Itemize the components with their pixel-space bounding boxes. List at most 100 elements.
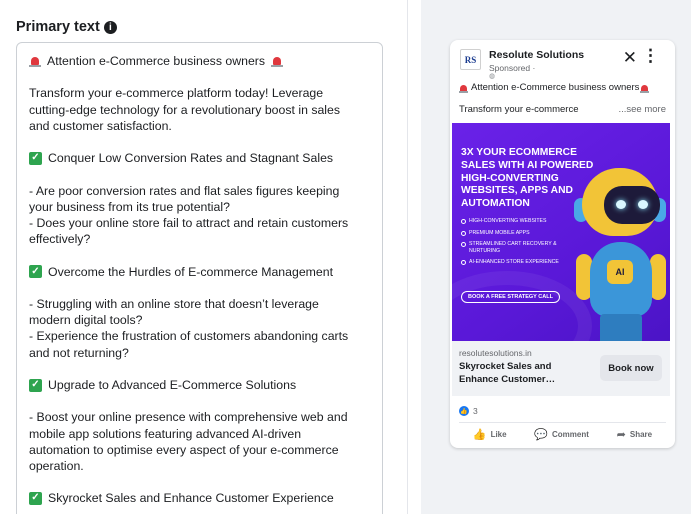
bullet-circle-icon [461,219,466,224]
like-icon: 👍 [472,429,487,441]
reaction-count: 3 [473,406,478,416]
text-line-content: Upgrade to Advanced E-Commerce Solutions [48,377,297,392]
robot-arm [650,254,666,300]
robot-eye [616,200,626,209]
text-line-content: automation to optimise every aspect of y… [29,442,339,457]
siren-icon [271,55,284,68]
checkmark-icon: ✓ [29,265,42,279]
creative-bullet: HIGH-CONVERTING WEBSITES [461,218,571,225]
text-line: and not returning? [29,345,370,361]
text-line: mobile app solutions featuring advanced … [29,426,370,442]
robot-base [600,314,642,341]
text-line-content: operation. [29,458,84,473]
ad-link-footer[interactable]: resolutesolutions.in Skyrocket Sales and… [452,341,670,396]
creative-bullet: PREMIUM MOBILE APPS [461,230,571,237]
creative-cta: BOOK A FREE STRATEGY CALL [461,291,560,303]
robot-illustration: AI [570,168,670,341]
creative-bullet-text: PREMIUM MOBILE APPS [469,229,530,236]
text-line: cutting-edge technology for a revolution… [29,102,370,118]
page-name[interactable]: Resolute Solutions [489,49,584,61]
checkmark-icon: ✓ [29,378,42,392]
siren-icon [640,83,650,93]
text-line-content: - Boost your online presence with compre… [29,410,348,425]
ad-attention-line: Attention e-Commerce business owners [459,82,650,93]
primary-text-input[interactable]: Attention e-Commerce business owners Tran… [16,42,383,514]
creative-bullet-text: AI-ENHANCED STORE EXPERIENCE [469,259,559,266]
text-line: - Struggling with an online store that d… [29,296,370,312]
ad-preview-text: Transform your e-commerce ...see more [459,104,666,115]
text-line-content: Transform your e-commerce platform today… [29,86,324,101]
text-line: - Boost your online presence with compre… [29,409,370,425]
text-line: - Are poor conversion rates and flat sal… [29,183,370,199]
more-options-icon[interactable]: ⋮ [642,47,659,64]
checkmark-icon: ✓ [29,491,42,505]
close-icon[interactable]: ✕ [623,49,637,66]
reaction-summary[interactable]: 👍 3 [459,406,478,416]
text-line: ✓ Overcome the Hurdles of E-commerce Mana… [29,264,370,280]
text-line-content: cutting-edge technology for a revolution… [29,102,341,117]
text-line: ✓ Skyrocket Sales and Enhance Customer Ex… [29,490,370,506]
text-line: Transform your e-commerce platform today… [29,85,370,101]
text-line-content: - Are poor conversion rates and flat sal… [29,183,340,198]
text-line: automation to optimise every aspect of y… [29,442,370,458]
panel-divider [407,0,408,514]
text-line-content: and not returning? [29,345,129,360]
checkmark-icon: ✓ [29,151,42,165]
see-more-link[interactable]: ...see more [618,104,666,115]
globe-icon: ◍ [489,73,496,80]
like-label: Like [490,430,507,439]
info-icon[interactable]: i [103,20,117,34]
text-line-content: - Does your online store fail to attract… [29,215,349,230]
primary-text-label: Primary text i [16,19,117,35]
page-logo[interactable]: RS [460,49,481,70]
text-line-content: your business from its true potential? [29,199,230,214]
robot-face [604,186,660,224]
text-line: operation. [29,458,370,474]
robot-body: AI [590,242,652,317]
ad-header: RS Resolute Solutions Sponsored · ◍ ✕ ⋮ [460,47,665,80]
text-line: effectively? [29,231,370,247]
text-line-content: Conquer Low Conversion Rates and Stagnan… [48,151,334,166]
text-line: Attention e-Commerce business owners [29,53,370,69]
ad-creative-image[interactable]: 3X YOUR ECOMMERCE SALES WITH AI POWERED … [452,123,670,341]
text-line-content: Skyrocket Sales and Enhance Customer Exp… [48,491,334,506]
comment-button[interactable]: 💬 Comment [534,428,589,441]
ad-domain: resolutesolutions.in [459,348,532,358]
share-button[interactable]: ➦ Share [617,428,652,441]
text-line-content: effectively? [29,232,91,247]
like-button[interactable]: 👍 Like [473,428,507,441]
actions-divider [459,422,666,423]
text-line: - Experience the frustration of customer… [29,328,370,344]
text-line: modern digital tools? [29,312,370,328]
robot-head [582,168,660,236]
primary-text-panel: Primary text i Attention e-Commerce busi… [0,0,408,514]
creative-bullet: AI-ENHANCED STORE EXPERIENCE [461,259,571,266]
book-now-button[interactable]: Book now [600,355,662,381]
primary-text-label-text: Primary text [16,19,100,35]
like-reaction-icon: 👍 [459,406,469,416]
text-line-content: - Struggling with an online store that d… [29,296,319,311]
bullet-circle-icon [461,260,466,266]
text-line: and customer satisfaction. [29,118,370,134]
ad-preview-card: RS Resolute Solutions Sponsored · ◍ ✕ ⋮ … [450,40,675,448]
siren-icon [459,83,468,93]
robot-ai-badge: AI [607,260,633,284]
text-line-content: modern digital tools? [29,313,143,328]
text-line: ✓ Conquer Low Conversion Rates and Stagna… [29,150,370,166]
ad-attention-text: Attention e-Commerce business owners [471,82,640,93]
ad-headline: Skyrocket Sales and Enhance Customer… [459,361,556,385]
creative-bullet-text: HIGH-CONVERTING WEBSITES [469,218,547,224]
share-icon: ➦ [616,429,626,441]
share-label: Share [629,430,653,439]
text-line-content: - Experience the frustration of customer… [29,329,349,344]
creative-bullet-list: HIGH-CONVERTING WEBSITES PREMIUM MOBILE A… [461,218,571,271]
robot-eye [638,200,648,209]
sponsored-label: Sponsored · [489,63,536,73]
